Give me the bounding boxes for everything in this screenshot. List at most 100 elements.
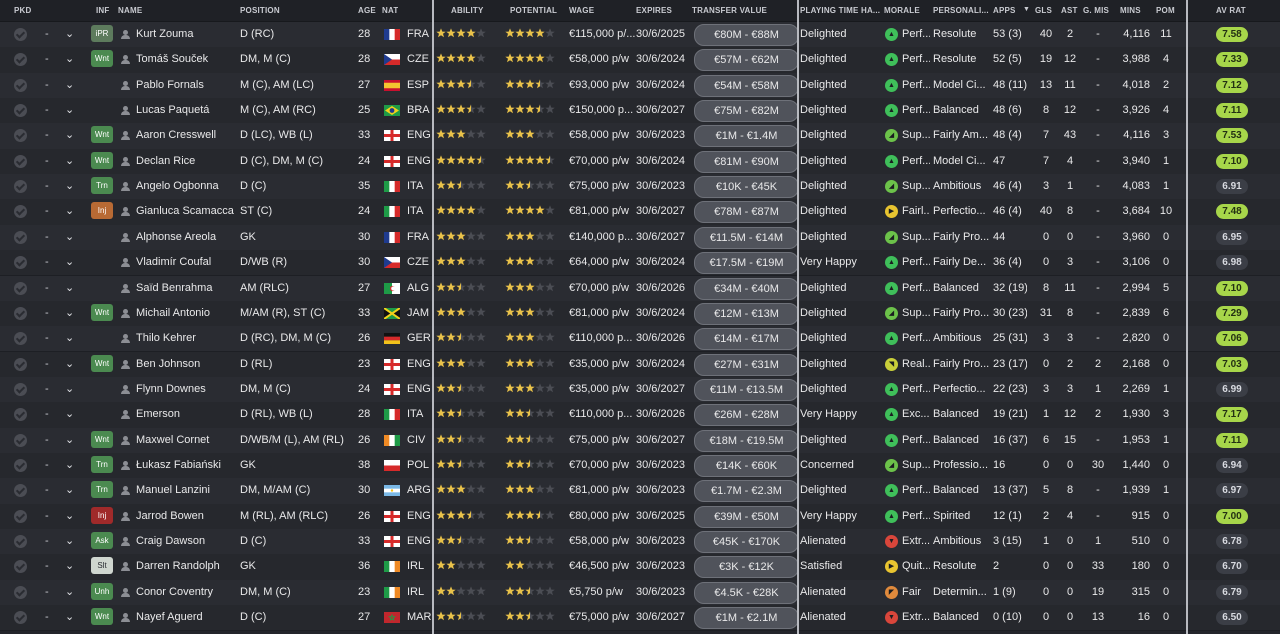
status-badge[interactable]: Slt [91,557,113,575]
header-position[interactable]: POSITION [240,6,280,15]
pick-checkbox[interactable] [14,154,27,168]
status-badge[interactable]: Trn [91,481,113,499]
table-row[interactable]: - ⌄ Trn Manuel Lanzini DM, M/AM (C) 30 ARG €81,… [0,478,1280,505]
pick-checkbox[interactable] [14,129,27,143]
player-name[interactable]: Craig Dawson [136,529,236,554]
header-gmis[interactable]: G. MIS [1083,6,1109,15]
chevron-down-icon[interactable]: ⌄ [65,509,74,522]
chevron-down-icon[interactable]: ⌄ [65,255,74,268]
header-morale[interactable]: MORALE [884,6,920,15]
header-playing-time[interactable]: PLAYING TIME HA... [800,6,880,15]
header-inf[interactable]: INF [96,6,110,15]
header-transfer-value[interactable]: TRANSFER VALUE [692,6,767,15]
chevron-down-icon[interactable]: ⌄ [65,78,74,91]
chevron-down-icon[interactable]: ⌄ [65,52,74,65]
header-expires[interactable]: EXPIRES [636,6,672,15]
player-name[interactable]: Flynn Downes [136,377,236,402]
table-row[interactable]: - ⌄ Unh Conor Coventry DM, M (C) 23 IRL €5,750 … [0,579,1280,606]
chevron-down-icon[interactable]: ⌄ [65,534,74,547]
player-name[interactable]: Michail Antonio [136,301,236,326]
player-name[interactable]: Alphonse Areola [136,225,236,250]
table-row[interactable]: - ⌄ iPR Kurt Zouma D (RC) 28 FRA €115,000 p/...… [0,22,1280,49]
status-badge[interactable]: Wnt [91,151,113,169]
pick-checkbox[interactable] [14,560,27,574]
table-row[interactable]: - ⌄ Trn Łukasz Fabiański GK 38 POL €70,000 p/w 3… [0,452,1280,480]
table-row[interactable]: - ⌄ Wnt Tomáš Souček DM, M (C) 28 CZE €58,000 p… [0,47,1280,74]
chevron-down-icon[interactable]: ⌄ [65,306,74,319]
chevron-down-icon[interactable]: ⌄ [65,382,74,395]
player-name[interactable]: Aaron Cresswell [136,123,236,148]
player-name[interactable]: Emerson [136,402,236,427]
pick-checkbox[interactable] [14,230,27,244]
pick-checkbox[interactable] [14,78,27,92]
status-badge[interactable]: Inj [91,506,113,524]
pick-checkbox[interactable] [14,332,27,346]
pick-checkbox[interactable] [14,104,27,118]
status-badge[interactable]: Trn [91,177,113,195]
header-pkd[interactable]: PKD [14,6,32,15]
chevron-down-icon[interactable]: ⌄ [65,331,74,344]
chevron-down-icon[interactable]: ⌄ [65,559,74,572]
player-name[interactable]: Manuel Lanzini [136,478,236,503]
pick-checkbox[interactable] [14,281,27,295]
table-row[interactable]: - ⌄ Wnt Nayef Aguerd D (C) 27 MAR €75,000 p/w 30… [0,605,1280,632]
header-potential[interactable]: POTENTIAL [510,6,557,15]
header-personality[interactable]: PERSONALI... [933,6,989,15]
pick-checkbox[interactable] [14,382,27,396]
status-badge[interactable]: Wnt [91,354,113,372]
pick-checkbox[interactable] [14,535,27,548]
chevron-down-icon[interactable]: ⌄ [65,128,74,141]
chevron-down-icon[interactable]: ⌄ [65,154,74,167]
pick-checkbox[interactable] [14,484,27,498]
pick-checkbox[interactable] [14,357,27,371]
sort-desc-icon[interactable]: ▼ [1023,6,1030,13]
player-name[interactable]: Nayef Aguerd [136,605,236,630]
table-row[interactable]: - ⌄ Wnt Declan Rice D (C), DM, M (C) 24 ENG €70… [0,148,1280,176]
table-row[interactable]: - ⌄ Alphonse Areola GK 30 FRA €140,000 p... 30/… [0,224,1280,252]
table-row[interactable]: - ⌄ Ask Craig Dawson D (C) 33 ENG €58,000 p/w 30… [0,529,1280,556]
player-name[interactable]: Maxwel Cornet [136,428,236,453]
pick-checkbox[interactable] [14,205,27,219]
status-badge[interactable]: Wnt [91,303,113,321]
pick-checkbox[interactable] [14,509,27,523]
pick-checkbox[interactable] [14,585,27,599]
player-name[interactable]: Angelo Ogbonna [136,174,236,199]
player-name[interactable]: Ben Johnson [136,352,236,377]
chevron-down-icon[interactable]: ⌄ [65,458,74,471]
status-badge[interactable]: Wnt [91,430,113,448]
pick-checkbox[interactable] [14,408,27,422]
header-ast[interactable]: AST [1061,6,1078,15]
status-badge[interactable]: Unh [91,582,113,600]
table-row[interactable]: - ⌄ Thilo Kehrer D (RC), DM, M (C) 26 GER €110… [0,326,1280,353]
header-gls[interactable]: GLS [1035,6,1052,15]
player-name[interactable]: Saïd Benrahma [136,276,236,301]
table-row[interactable]: - ⌄ Pablo Fornals M (C), AM (LC) 27 ESP €93,00… [0,72,1280,99]
player-name[interactable]: Tomáš Souček [136,47,236,72]
table-row[interactable]: - ⌄ Wnt Maxwel Cornet D/WB/M (L), AM (RL) 26 C… [0,427,1280,454]
header-name[interactable]: NAME [118,6,142,15]
pick-checkbox[interactable] [14,458,27,472]
status-badge[interactable]: Wnt [91,126,113,144]
pick-checkbox[interactable] [14,53,27,67]
pick-checkbox[interactable] [14,306,27,320]
pick-checkbox[interactable] [14,256,27,270]
table-row[interactable]: - ⌄ Wnt Michail Antonio M/AM (R), ST (C) 33 JA… [0,300,1280,328]
header-mins[interactable]: MINS [1120,6,1141,15]
header-apps[interactable]: APPS [993,6,1016,15]
status-badge[interactable]: Wnt [91,50,113,68]
player-name[interactable]: Darren Randolph [136,554,236,579]
player-name[interactable]: Thilo Kehrer [136,326,236,351]
player-name[interactable]: Vladimír Coufal [136,250,236,275]
header-nat[interactable]: NAT [382,6,398,15]
table-row[interactable]: - ⌄ Vladimír Coufal D/WB (R) 30 CZE €64,000 p/… [0,250,1280,277]
pick-checkbox[interactable] [14,433,27,447]
chevron-down-icon[interactable]: ⌄ [65,204,74,217]
chevron-down-icon[interactable]: ⌄ [65,27,74,40]
player-name[interactable]: Gianluca Scamacca [136,199,236,224]
table-row[interactable]: - ⌄ Inj Gianluca Scamacca ST (C) 24 ITA €81,000… [0,199,1280,226]
chevron-down-icon[interactable]: ⌄ [65,483,74,496]
table-row[interactable]: - ⌄ Flynn Downes DM, M (C) 24 ENG €35,000 p/w 3… [0,376,1280,404]
status-badge[interactable]: Trn [91,455,113,473]
header-av-rat[interactable]: AV RAT [1216,6,1246,15]
table-row[interactable]: - ⌄ Wnt Ben Johnson D (RL) 23 ENG €35,000 p/w 30… [0,351,1280,378]
